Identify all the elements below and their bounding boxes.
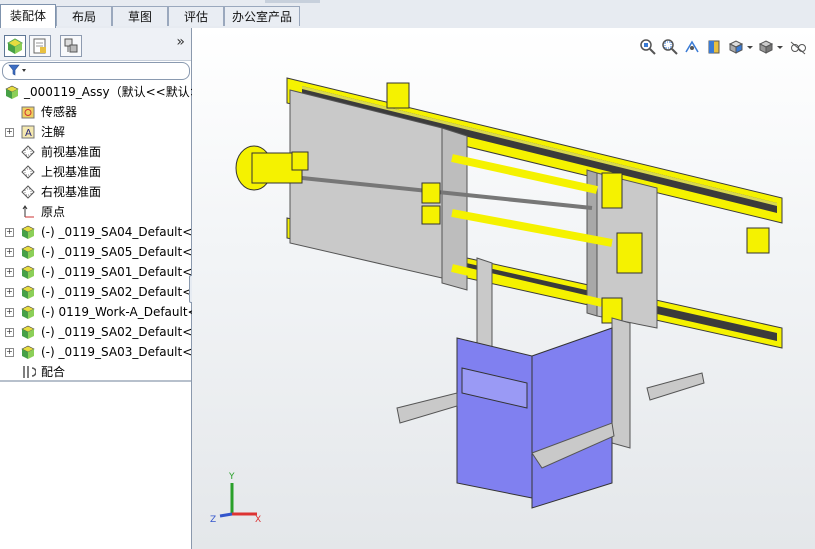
tab-evaluate[interactable]: 评估: [168, 6, 224, 26]
tree-item[interactable]: + (-) _0119_SA05_Default<1: [0, 242, 200, 262]
property-manager-tab[interactable]: [29, 35, 51, 57]
configuration-manager-tab[interactable]: [60, 35, 82, 57]
plane-icon: [20, 184, 36, 200]
tree-item[interactable]: + (-) _0119_SA01_Default<1: [0, 262, 200, 282]
tree-item[interactable]: 前视基准面: [0, 142, 191, 162]
tree-item-label: 传感器: [41, 105, 78, 119]
tree-item[interactable]: + (-) _0119_SA02_Default<1: [0, 282, 200, 302]
assembly-model[interactable]: Y X Z: [192, 28, 815, 549]
subassembly-icon: [20, 264, 36, 280]
expand-toggle-icon[interactable]: +: [5, 348, 14, 357]
tree-item-label: (-) _0119_SA03_Default<1: [41, 345, 200, 359]
tree-item-label: 注解: [41, 125, 66, 139]
panel-toolbar: »: [0, 28, 191, 61]
feature-tree-tab[interactable]: [4, 35, 26, 57]
tree-item-label: 配合: [41, 365, 66, 379]
property-icon: [33, 38, 46, 54]
tree-item-label: 右视基准面: [41, 185, 102, 199]
toolbar-edge: [265, 0, 320, 3]
expand-toggle-icon[interactable]: +: [5, 288, 14, 297]
tree-item[interactable]: + A 注解: [0, 122, 191, 142]
tree-item[interactable]: + (-) 0119_Work-A_Default<: [0, 302, 198, 322]
tree-item[interactable]: _000119_Assy（默认<<默认>_: [0, 82, 206, 102]
subassembly-icon: [20, 324, 36, 340]
tree-item-label: (-) _0119_SA02_Default<1: [41, 285, 200, 299]
tree-item-label: 前视基准面: [41, 145, 102, 159]
triad-z-label: Z: [210, 515, 216, 525]
expand-panel-chevron-icon[interactable]: »: [176, 34, 185, 50]
subassembly-icon: [20, 244, 36, 260]
graphics-area[interactable]: Y X Z: [192, 28, 815, 549]
tree-item-label: 原点: [41, 205, 66, 219]
tree-item[interactable]: + (-) _0119_SA02_Default<2: [0, 322, 200, 342]
tree-item-label: _000119_Assy（默认<<默认>_: [24, 85, 206, 99]
assembly-tree-icon: [6, 38, 24, 54]
plane-icon: [20, 144, 36, 160]
tab-layout[interactable]: 布局: [56, 6, 112, 26]
expand-toggle-icon[interactable]: +: [5, 328, 14, 337]
tree-item-label: (-) 0119_Work-A_Default<: [41, 305, 198, 319]
tree-item[interactable]: 上视基准面: [0, 162, 191, 182]
tree-item[interactable]: 原点: [0, 202, 191, 222]
panel-divider: [0, 380, 191, 382]
expand-toggle-icon[interactable]: +: [5, 248, 14, 257]
triad-x-label: X: [255, 515, 261, 525]
tree-item-label: (-) _0119_SA05_Default<1: [41, 245, 200, 259]
tree-item[interactable]: + (-) _0119_SA03_Default<1: [0, 342, 200, 362]
svg-text:A: A: [25, 128, 32, 139]
configuration-icon: [64, 38, 78, 53]
tree-item-label: (-) _0119_SA02_Default<2: [41, 325, 200, 339]
mates-icon: [20, 364, 37, 380]
subassembly-icon: [20, 224, 36, 240]
tab-sketch[interactable]: 草图: [112, 6, 168, 26]
subassembly-icon: [20, 344, 36, 360]
assembly-icon: [4, 84, 20, 100]
expand-toggle-icon[interactable]: +: [5, 308, 14, 317]
plane-icon: [20, 164, 36, 180]
tree-item-label: 上视基准面: [41, 165, 102, 179]
expand-toggle-icon[interactable]: +: [5, 228, 14, 237]
tree-filter-box[interactable]: [2, 62, 190, 80]
tab-assembly[interactable]: 装配体: [0, 4, 56, 28]
workpiece: [456, 327, 613, 509]
tree-item-label: (-) _0119_SA04_Default<1: [41, 225, 200, 239]
expand-toggle-icon[interactable]: +: [5, 268, 14, 277]
filter-icon[interactable]: [7, 63, 29, 77]
feature-manager-panel: » _000119_Assy（默认<<默认>_ 传感器 + A 注解前视基准面上视基准面…: [0, 28, 206, 549]
tree-item[interactable]: 传感器: [0, 102, 191, 122]
annotation-icon: A: [20, 124, 36, 140]
command-manager-tabs: 装配体 布局 草图 评估 办公室产品: [0, 0, 815, 29]
tab-office-products[interactable]: 办公室产品: [224, 6, 300, 26]
tree-item[interactable]: 右视基准面: [0, 182, 191, 202]
subassembly-icon: [20, 284, 36, 300]
expand-toggle-icon[interactable]: +: [5, 128, 14, 137]
triad-y-label: Y: [228, 472, 235, 482]
origin-icon: [20, 204, 36, 220]
tree-item[interactable]: 配合: [0, 362, 191, 382]
tree-item-label: (-) _0119_SA01_Default<1: [41, 265, 200, 279]
tree-item[interactable]: + (-) _0119_SA04_Default<1: [0, 222, 200, 242]
view-triad: Y X Z: [210, 472, 261, 525]
sensor-icon: [20, 104, 36, 120]
subassembly-icon: [20, 304, 36, 320]
